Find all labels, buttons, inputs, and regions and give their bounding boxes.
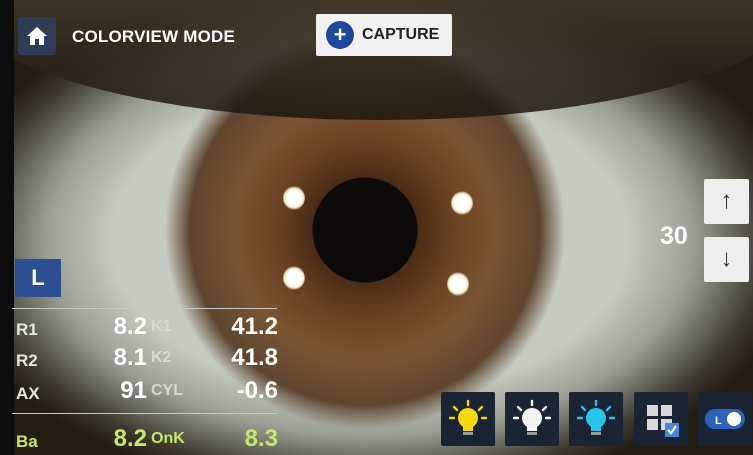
home-icon xyxy=(27,27,47,45)
row-label: R1 xyxy=(16,320,38,339)
reflection-glint xyxy=(283,266,305,290)
k-row-ax: AX 91 CYL -0.6 xyxy=(0,377,290,407)
home-button[interactable] xyxy=(18,17,56,55)
row-sub-label: K2 xyxy=(151,349,172,366)
capture-button[interactable]: + CAPTURE xyxy=(316,14,452,56)
row-sub-value: 8.3 xyxy=(244,425,278,452)
row-value: 8.2 xyxy=(113,425,147,452)
light-toggle-button[interactable]: L xyxy=(698,392,752,446)
grid-check-icon xyxy=(647,405,679,437)
grid-overlay-button[interactable] xyxy=(634,392,688,446)
mode-title: COLORVIEW MODE xyxy=(72,27,236,46)
row-sub-value: 41.8 xyxy=(231,344,278,371)
yellow-light-button[interactable] xyxy=(441,392,495,446)
white-light-icon xyxy=(513,399,551,435)
svg-text:L: L xyxy=(715,415,722,427)
row-value: 8.2 xyxy=(113,313,147,340)
blue-light-button[interactable] xyxy=(569,392,623,446)
row-value: 91 xyxy=(120,377,147,404)
row-label: R2 xyxy=(16,351,38,370)
panel-divider xyxy=(12,308,277,309)
row-sub-value: -0.6 xyxy=(236,377,278,404)
row-sub-label: K1 xyxy=(151,318,172,335)
panel-divider xyxy=(12,413,277,414)
row-label: Ba xyxy=(16,432,38,451)
row-sub-label: CYL xyxy=(151,382,183,399)
row-sub-value: 41.2 xyxy=(231,313,278,340)
white-light-button[interactable] xyxy=(505,392,559,446)
k-row-r1: R1 8.2 K1 41.2 xyxy=(0,313,290,343)
eye-side-badge[interactable]: L xyxy=(15,259,61,297)
zoom-value: 30 xyxy=(660,222,688,250)
row-value: 8.1 xyxy=(113,344,147,371)
plus-circle-icon: + xyxy=(326,21,354,49)
zoom-down-button[interactable]: ↓ xyxy=(704,237,749,282)
toggle-switch-icon: L xyxy=(705,409,745,429)
k-row-r2: R2 8.1 K2 41.8 xyxy=(0,344,290,374)
capture-label: CAPTURE xyxy=(362,26,440,43)
reflection-glint xyxy=(447,272,469,296)
zoom-up-button[interactable]: ↑ xyxy=(704,179,749,224)
k-row-ba: Ba 8.2 OnK 8.3 xyxy=(0,425,290,455)
row-sub-label: OnK xyxy=(151,430,185,447)
blue-light-icon xyxy=(577,399,615,435)
row-label: AX xyxy=(16,384,40,403)
reflection-glint xyxy=(451,191,473,215)
reflection-glint xyxy=(283,186,305,210)
yellow-light-icon xyxy=(449,399,487,435)
